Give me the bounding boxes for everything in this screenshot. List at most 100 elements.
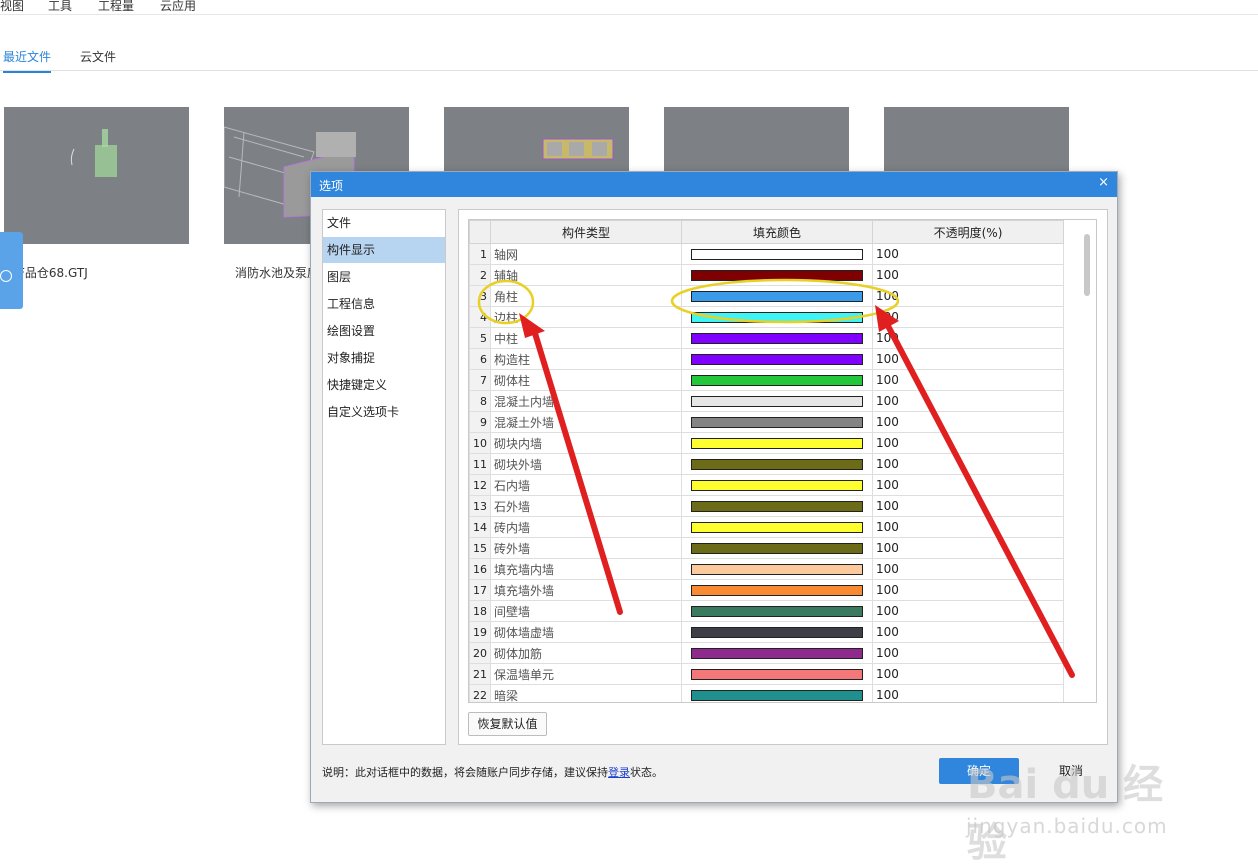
menu-quantity[interactable]: 工程量 (98, 0, 134, 14)
opacity-cell[interactable]: 100 (872, 411, 1064, 433)
login-link[interactable]: 登录 (608, 766, 630, 779)
column-header-type[interactable]: 构件类型 (490, 220, 682, 244)
close-icon[interactable]: × (1098, 175, 1109, 190)
column-header-fill-color[interactable]: 填充颜色 (681, 220, 873, 244)
fill-color-cell[interactable] (681, 411, 873, 433)
fill-color-cell[interactable] (681, 516, 873, 538)
nav-item-component-display[interactable]: 构件显示 (323, 237, 445, 263)
color-swatch[interactable] (691, 248, 863, 260)
nav-item-project-info[interactable]: 工程信息 (323, 291, 445, 317)
component-type-cell[interactable]: 中柱 (490, 327, 682, 349)
opacity-cell[interactable]: 100 (872, 537, 1064, 559)
component-type-cell[interactable]: 间壁墙 (490, 600, 682, 622)
side-feedback-tab[interactable] (0, 232, 23, 309)
fill-color-cell[interactable] (681, 264, 873, 286)
color-swatch[interactable] (691, 500, 863, 512)
opacity-cell[interactable]: 100 (872, 432, 1064, 454)
fill-color-cell[interactable] (681, 642, 873, 664)
opacity-cell[interactable]: 100 (872, 495, 1064, 517)
opacity-cell[interactable]: 100 (872, 558, 1064, 580)
fill-color-cell[interactable] (681, 369, 873, 391)
component-type-cell[interactable]: 构造柱 (490, 348, 682, 370)
table-row[interactable]: 7 砌体柱 100 (469, 369, 1064, 391)
color-swatch[interactable] (691, 290, 863, 302)
column-header-opacity[interactable]: 不透明度(%) (872, 220, 1064, 244)
table-row[interactable]: 5 中柱 100 (469, 327, 1064, 349)
color-swatch[interactable] (691, 269, 863, 281)
nav-item-file[interactable]: 文件 (323, 210, 445, 236)
opacity-cell[interactable]: 100 (872, 684, 1064, 702)
opacity-cell[interactable]: 100 (872, 264, 1064, 286)
table-row[interactable]: 21 保温墙单元 100 (469, 663, 1064, 685)
recent-file-name[interactable]: F品仓68.GTJ (18, 264, 88, 281)
nav-item-object-snap[interactable]: 对象捕捉 (323, 345, 445, 371)
fill-color-cell[interactable] (681, 327, 873, 349)
component-type-cell[interactable]: 砌块内墙 (490, 432, 682, 454)
component-type-cell[interactable]: 砖内墙 (490, 516, 682, 538)
recent-file-thumbnail[interactable] (4, 107, 189, 244)
table-row[interactable]: 22 暗梁 100 (469, 684, 1064, 702)
fill-color-cell[interactable] (681, 390, 873, 412)
table-row[interactable]: 2 辅轴 100 (469, 264, 1064, 286)
component-type-cell[interactable]: 填充墙内墙 (490, 558, 682, 580)
color-swatch[interactable] (691, 521, 863, 533)
component-type-cell[interactable]: 轴网 (490, 243, 682, 265)
table-row[interactable]: 14 砖内墙 100 (469, 516, 1064, 538)
color-swatch[interactable] (691, 542, 863, 554)
color-swatch[interactable] (691, 584, 863, 596)
table-row[interactable]: 1 轴网 100 (469, 243, 1064, 265)
color-swatch[interactable] (691, 563, 863, 575)
color-swatch[interactable] (691, 353, 863, 365)
vertical-scrollbar[interactable] (1084, 234, 1090, 296)
fill-color-cell[interactable] (681, 600, 873, 622)
component-type-cell[interactable]: 砌体柱 (490, 369, 682, 391)
table-row[interactable]: 17 填充墙外墙 100 (469, 579, 1064, 601)
table-row[interactable]: 9 混凝土外墙 100 (469, 411, 1064, 433)
fill-color-cell[interactable] (681, 348, 873, 370)
opacity-cell[interactable]: 100 (872, 642, 1064, 664)
opacity-cell[interactable]: 100 (872, 474, 1064, 496)
table-row[interactable]: 6 构造柱 100 (469, 348, 1064, 370)
color-swatch[interactable] (691, 605, 863, 617)
component-type-cell[interactable]: 石内墙 (490, 474, 682, 496)
fill-color-cell[interactable] (681, 306, 873, 328)
opacity-cell[interactable]: 100 (872, 327, 1064, 349)
component-type-cell[interactable]: 边柱 (490, 306, 682, 328)
component-type-cell[interactable]: 砌体加筋 (490, 642, 682, 664)
component-type-cell[interactable]: 混凝土外墙 (490, 411, 682, 433)
color-swatch[interactable] (691, 479, 863, 491)
fill-color-cell[interactable] (681, 621, 873, 643)
opacity-cell[interactable]: 100 (872, 453, 1064, 475)
restore-defaults-button[interactable]: 恢复默认值 (468, 712, 547, 736)
table-row[interactable]: 18 间壁墙 100 (469, 600, 1064, 622)
table-row[interactable]: 15 砖外墙 100 (469, 537, 1064, 559)
opacity-cell[interactable]: 100 (872, 621, 1064, 643)
opacity-cell[interactable]: 100 (872, 663, 1064, 685)
table-row[interactable]: 13 石外墙 100 (469, 495, 1064, 517)
menu-tools[interactable]: 工具 (48, 0, 72, 14)
fill-color-cell[interactable] (681, 432, 873, 454)
nav-item-custom-tabs[interactable]: 自定义选项卡 (323, 399, 445, 425)
color-swatch[interactable] (691, 437, 863, 449)
menu-cloud-apps[interactable]: 云应用 (160, 0, 196, 14)
color-swatch[interactable] (691, 332, 863, 344)
table-row[interactable]: 8 混凝土内墙 100 (469, 390, 1064, 412)
opacity-cell[interactable]: 100 (872, 390, 1064, 412)
component-type-cell[interactable]: 暗梁 (490, 684, 682, 702)
opacity-cell[interactable]: 100 (872, 243, 1064, 265)
component-type-cell[interactable]: 砌块外墙 (490, 453, 682, 475)
component-type-cell[interactable]: 混凝土内墙 (490, 390, 682, 412)
fill-color-cell[interactable] (681, 579, 873, 601)
fill-color-cell[interactable] (681, 684, 873, 702)
color-swatch[interactable] (691, 689, 863, 701)
table-row[interactable]: 4 边柱 100 (469, 306, 1064, 328)
fill-color-cell[interactable] (681, 495, 873, 517)
color-swatch[interactable] (691, 647, 863, 659)
color-swatch[interactable] (691, 374, 863, 386)
menu-view[interactable]: 视图 (0, 0, 24, 14)
nav-item-shortcuts[interactable]: 快捷键定义 (323, 372, 445, 398)
fill-color-cell[interactable] (681, 474, 873, 496)
color-swatch[interactable] (691, 311, 863, 323)
fill-color-cell[interactable] (681, 285, 873, 307)
nav-item-layers[interactable]: 图层 (323, 264, 445, 290)
